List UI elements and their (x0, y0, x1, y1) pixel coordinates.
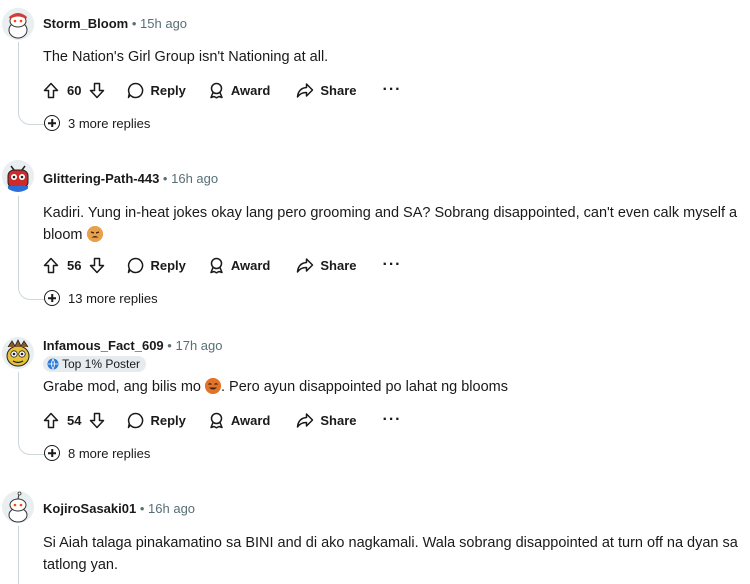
downvote-icon[interactable] (89, 412, 105, 429)
snoo-avatar-icon (2, 491, 34, 523)
avatar[interactable] (2, 160, 34, 192)
comment-body: The Nation's Girl Group isn't Nationing … (43, 49, 329, 65)
share-arrow-icon (296, 82, 314, 99)
more-options-button[interactable]: ··· (383, 411, 402, 429)
upvote-icon[interactable] (43, 257, 59, 274)
share-button[interactable]: Share (296, 412, 357, 429)
comment-body: Si Aiah talaga pinakamatino sa BINI and … (43, 535, 738, 573)
comment-bubble-icon (127, 412, 144, 429)
share-arrow-icon (296, 412, 314, 429)
comment-meta: KojiroSasaki01 • 16h ago (43, 501, 195, 516)
award-icon (208, 412, 225, 429)
globe-flair-icon (47, 358, 59, 370)
separator: • (162, 171, 168, 186)
reply-label: Reply (150, 82, 186, 98)
award-label: Award (230, 412, 271, 428)
thread-connector (18, 287, 45, 300)
award-label: Award (230, 257, 271, 273)
separator: • (167, 338, 172, 353)
avatar[interactable] (2, 8, 34, 40)
avatar[interactable] (2, 491, 34, 523)
share-label: Share (320, 257, 357, 273)
award-icon (208, 257, 225, 274)
thread-line[interactable] (18, 372, 19, 442)
comment-text-before: Grabe mod, ang bilis mo (43, 379, 201, 395)
username[interactable]: Storm_Bloom (43, 16, 128, 31)
comment-bubble-icon (127, 257, 144, 274)
timestamp[interactable]: 15h ago (140, 16, 187, 31)
more-replies-label: 3 more replies (68, 115, 151, 131)
award-icon (208, 82, 225, 99)
flair-label: Top 1% Poster (62, 357, 141, 371)
comment-bubble-icon (127, 82, 144, 99)
more-replies-button[interactable]: 3 more replies (44, 115, 150, 131)
separator: • (139, 501, 145, 516)
thread-line[interactable] (18, 196, 19, 287)
share-button[interactable]: Share (296, 257, 357, 274)
vote-group: 56 (43, 257, 105, 274)
expand-plus-icon (44, 115, 60, 131)
username[interactable]: Glittering-Path-443 (43, 171, 159, 186)
user-flair: Top 1% Poster (43, 356, 147, 372)
vote-score: 60 (67, 82, 82, 98)
downvote-icon[interactable] (89, 257, 105, 274)
expand-plus-icon (44, 290, 60, 306)
award-label: Award (230, 82, 271, 98)
expand-plus-icon (44, 445, 60, 461)
reply-label: Reply (150, 257, 186, 273)
comment-text: Kadiri. Yung in-heat jokes okay lang per… (43, 205, 738, 243)
thread-connector (18, 442, 45, 455)
award-button[interactable]: Award (208, 412, 271, 429)
upvote-icon[interactable] (43, 82, 59, 99)
award-button[interactable]: Award (208, 82, 271, 99)
share-button[interactable]: Share (296, 82, 357, 99)
more-options-button[interactable]: ··· (383, 81, 402, 99)
snoo-avatar-icon (2, 160, 34, 192)
more-replies-label: 8 more replies (68, 445, 151, 461)
more-options-button[interactable]: ··· (383, 256, 402, 274)
thread-line[interactable] (18, 526, 19, 584)
timestamp[interactable]: 17h ago (175, 338, 222, 353)
comment-body: Grabe mod, ang bilis mo . Pero ayun disa… (43, 376, 743, 398)
downvote-icon[interactable] (89, 82, 105, 99)
more-replies-button[interactable]: 13 more replies (44, 290, 158, 306)
username[interactable]: Infamous_Fact_609 (43, 338, 164, 353)
comment-actions: 56 Reply Award Share ··· (43, 253, 402, 277)
vote-score: 56 (67, 257, 82, 273)
snoo-avatar-icon (2, 337, 34, 369)
more-replies-button[interactable]: 8 more replies (44, 445, 150, 461)
share-arrow-icon (296, 257, 314, 274)
username[interactable]: KojiroSasaki01 (43, 501, 136, 516)
laughing-face-emoji-icon (205, 378, 221, 394)
vote-group: 60 (43, 82, 105, 99)
thread-connector (18, 112, 45, 125)
avatar[interactable] (2, 337, 34, 369)
thread-line[interactable] (18, 42, 19, 112)
angry-face-emoji-icon (86, 226, 103, 242)
share-label: Share (320, 82, 357, 98)
comment-actions: 54 Reply Award Share ··· (43, 408, 402, 432)
reply-button[interactable]: Reply (127, 412, 186, 429)
snoo-avatar-icon (2, 8, 34, 40)
vote-score: 54 (67, 412, 82, 428)
upvote-icon[interactable] (43, 412, 59, 429)
reply-button[interactable]: Reply (127, 82, 186, 99)
comment-meta: Infamous_Fact_609 • 17h ago (43, 338, 222, 353)
timestamp[interactable]: 16h ago (171, 171, 218, 186)
comment-meta: Storm_Bloom • 15h ago (43, 16, 187, 31)
comment-meta: Glittering-Path-443 • 16h ago (43, 171, 218, 186)
share-label: Share (320, 412, 357, 428)
award-button[interactable]: Award (208, 257, 271, 274)
comment-actions: 60 Reply Award Share ··· (43, 78, 402, 102)
comment-body: Kadiri. Yung in-heat jokes okay lang per… (43, 202, 743, 246)
comment-text-after: . Pero ayun disappointed po lahat ng blo… (221, 379, 508, 395)
vote-group: 54 (43, 412, 105, 429)
separator: • (131, 16, 137, 31)
reply-label: Reply (150, 412, 186, 428)
more-replies-label: 13 more replies (68, 290, 158, 306)
reply-button[interactable]: Reply (127, 257, 186, 274)
timestamp[interactable]: 16h ago (148, 501, 195, 516)
